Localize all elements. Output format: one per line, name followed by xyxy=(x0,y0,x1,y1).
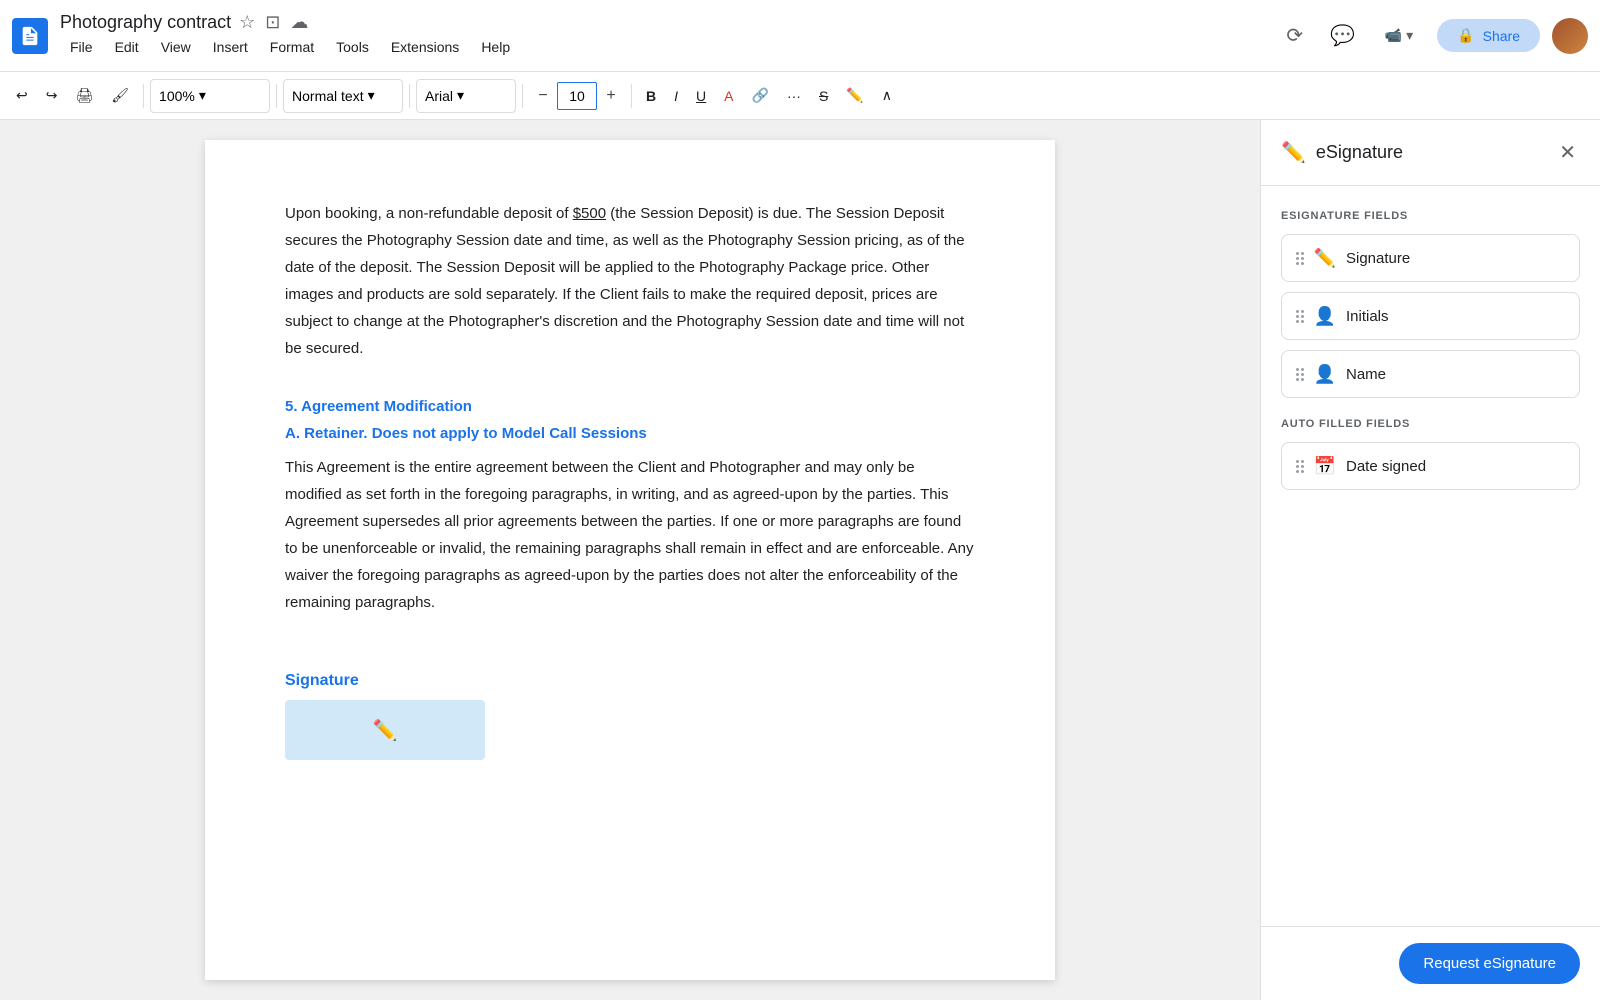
document-area: Upon booking, a non-refundable deposit o… xyxy=(0,120,1260,1000)
doc-title: Photography contract xyxy=(60,12,231,33)
underline-button[interactable]: U xyxy=(688,79,714,113)
separator-3 xyxy=(409,84,410,108)
meet-button[interactable]: 📹 ▾ xyxy=(1373,21,1425,50)
menu-file[interactable]: File xyxy=(60,35,103,59)
cloud-icon[interactable]: ☁ xyxy=(290,12,308,33)
auto-filled-label: AUTO FILLED FIELDS xyxy=(1281,418,1580,430)
paint-format-button[interactable]: 🖌 xyxy=(103,79,137,113)
redo-button[interactable]: ↪ xyxy=(38,79,66,113)
text-style-dropdown[interactable]: Normal text ▾ xyxy=(283,79,403,113)
date-signed-field-icon: 📅 xyxy=(1314,455,1336,477)
docs-logo xyxy=(12,18,48,54)
drag-handle-name xyxy=(1296,368,1304,381)
esignature-sidebar: ✏️ eSignature ✕ ESIGNATURE FIELDS ✏️ Sig… xyxy=(1260,120,1600,1000)
deposit-paragraph: Upon booking, a non-refundable deposit o… xyxy=(285,200,975,362)
font-size-increase[interactable]: + xyxy=(597,82,625,110)
font-size-input[interactable] xyxy=(557,82,597,110)
date-signed-field-item[interactable]: 📅 Date signed xyxy=(1281,442,1580,490)
zoom-value: 100% xyxy=(159,88,195,104)
menu-insert[interactable]: Insert xyxy=(203,35,258,59)
separator-2 xyxy=(276,84,277,108)
date-signed-field-label: Date signed xyxy=(1346,458,1565,475)
lock-icon: 🔒 xyxy=(1457,27,1474,44)
initials-field-icon: 👤 xyxy=(1314,305,1336,327)
esignature-pen-icon: ✏️ xyxy=(1281,140,1306,165)
history-icon[interactable]: ⟳ xyxy=(1277,18,1313,54)
menu-extensions[interactable]: Extensions xyxy=(381,35,469,59)
text-color-button[interactable]: A xyxy=(716,79,741,113)
top-bar: Photography contract ☆ ⊡ ☁ File Edit Vie… xyxy=(0,0,1600,72)
menu-edit[interactable]: Edit xyxy=(105,35,149,59)
signature-box[interactable]: ✏️ xyxy=(285,700,485,760)
comments-icon[interactable]: 💬 xyxy=(1325,18,1361,54)
link-button[interactable]: 🔗 xyxy=(744,79,777,113)
top-right-controls: ⟳ 💬 📹 ▾ 🔒 Share xyxy=(1277,18,1588,54)
signature-field-icon: ✏️ xyxy=(1314,247,1336,269)
drag-handle-signature xyxy=(1296,252,1304,265)
separator-4 xyxy=(522,84,523,108)
signature-label: Signature xyxy=(285,672,975,690)
sidebar-title-row: ✏️ eSignature xyxy=(1281,140,1403,165)
menu-help[interactable]: Help xyxy=(471,35,520,59)
chevron-down-icon: ▾ xyxy=(1406,27,1413,44)
initials-field-item[interactable]: 👤 Initials xyxy=(1281,292,1580,340)
section5a-title: A. Retainer. Does not apply to Model Cal… xyxy=(285,425,975,442)
separator-1 xyxy=(143,84,144,108)
menu-tools[interactable]: Tools xyxy=(326,35,379,59)
signature-field-item[interactable]: ✏️ Signature xyxy=(1281,234,1580,282)
video-icon: 📹 xyxy=(1385,27,1402,44)
esignature-fields-label: ESIGNATURE FIELDS xyxy=(1281,210,1580,222)
drag-handle-date xyxy=(1296,460,1304,473)
chevron-down-icon: ▾ xyxy=(457,87,464,104)
font-size-area: − + xyxy=(529,82,625,110)
more-button[interactable]: ··· xyxy=(779,79,809,113)
name-field-icon: 👤 xyxy=(1314,363,1336,385)
request-esignature-button[interactable]: Request eSignature xyxy=(1399,943,1580,984)
initials-field-label: Initials xyxy=(1346,308,1565,325)
close-sidebar-button[interactable]: ✕ xyxy=(1555,136,1580,169)
strikethrough-button[interactable]: S xyxy=(811,79,836,113)
auto-filled-section: AUTO FILLED FIELDS 📅 Date signed xyxy=(1281,418,1580,490)
section5-title: 5. Agreement Modification xyxy=(285,398,975,415)
doc-title-area: Photography contract ☆ ⊡ ☁ File Edit Vie… xyxy=(60,12,520,59)
font-dropdown[interactable]: Arial ▾ xyxy=(416,79,516,113)
bold-button[interactable]: B xyxy=(638,79,664,113)
deposit-amount: $500 xyxy=(573,205,606,222)
pen-icon: ✏️ xyxy=(373,718,398,743)
chevron-down-icon: ▾ xyxy=(199,87,206,104)
font-size-decrease[interactable]: − xyxy=(529,82,557,110)
sidebar-title: eSignature xyxy=(1316,142,1403,163)
menu-format[interactable]: Format xyxy=(260,35,324,59)
doc-icons: ☆ ⊡ ☁ xyxy=(239,12,308,33)
text-style-value: Normal text xyxy=(292,88,364,104)
collapse-button[interactable]: ∧ xyxy=(874,79,900,113)
signature-field-label: Signature xyxy=(1346,250,1565,267)
sidebar-footer: Request eSignature xyxy=(1261,926,1600,1000)
italic-button[interactable]: I xyxy=(666,79,686,113)
chevron-down-icon: ▾ xyxy=(368,87,375,104)
sidebar-body: ESIGNATURE FIELDS ✏️ Signature 👤 xyxy=(1261,186,1600,926)
highlight-button[interactable]: ✏️ xyxy=(838,79,871,113)
menu-bar: File Edit View Insert Format Tools Exten… xyxy=(60,35,520,59)
star-icon[interactable]: ☆ xyxy=(239,12,255,33)
font-value: Arial xyxy=(425,88,453,104)
sidebar-header: ✏️ eSignature ✕ xyxy=(1261,120,1600,186)
share-button[interactable]: 🔒 Share xyxy=(1437,19,1540,52)
avatar[interactable] xyxy=(1552,18,1588,54)
folder-icon[interactable]: ⊡ xyxy=(265,12,280,33)
toolbar: ↩ ↪ 🖨 🖌 100% ▾ Normal text ▾ Arial ▾ − +… xyxy=(0,72,1600,120)
zoom-dropdown[interactable]: 100% ▾ xyxy=(150,79,270,113)
undo-button[interactable]: ↩ xyxy=(8,79,36,113)
document-page: Upon booking, a non-refundable deposit o… xyxy=(205,140,1055,980)
separator-5 xyxy=(631,84,632,108)
drag-handle-initials xyxy=(1296,310,1304,323)
name-field-label: Name xyxy=(1346,366,1565,383)
print-button[interactable]: 🖨 xyxy=(67,79,101,113)
menu-view[interactable]: View xyxy=(151,35,201,59)
main-area: Upon booking, a non-refundable deposit o… xyxy=(0,120,1600,1000)
name-field-item[interactable]: 👤 Name xyxy=(1281,350,1580,398)
agreement-paragraph: This Agreement is the entire agreement b… xyxy=(285,454,975,616)
